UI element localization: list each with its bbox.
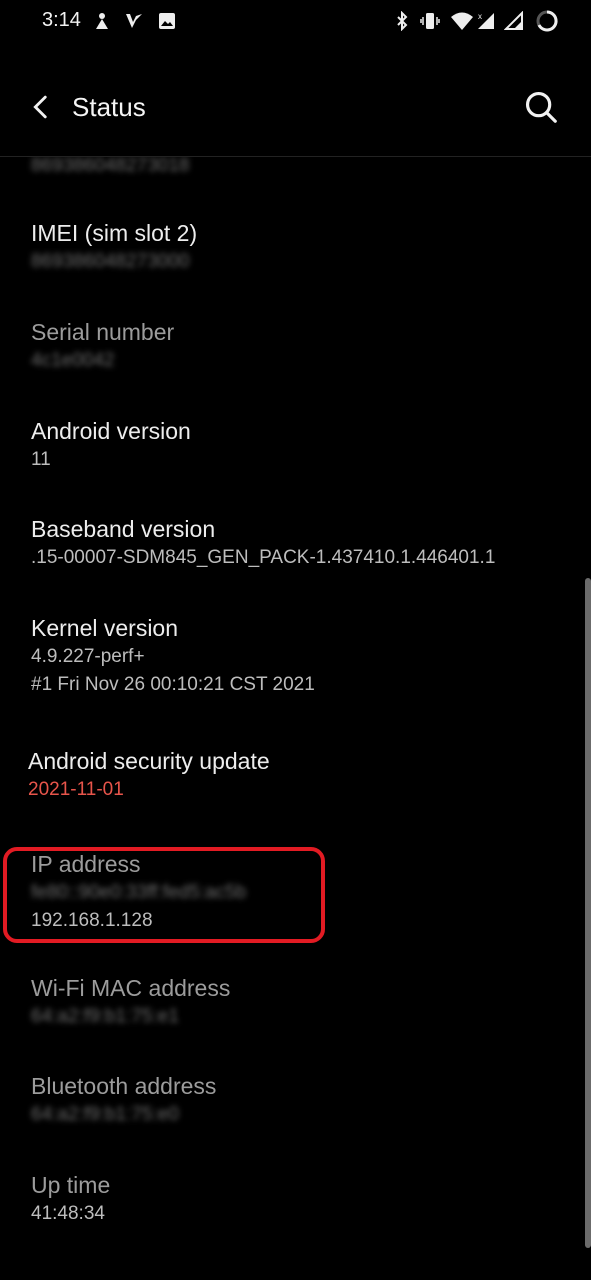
- list-item-baseband-version[interactable]: Baseband version .15-00007-SDM845_GEN_PA…: [31, 514, 571, 572]
- vibrate-icon: [420, 13, 440, 29]
- battery-ring-icon: [536, 10, 558, 32]
- imei-2-label: IMEI (sim slot 2): [31, 220, 198, 246]
- signal-2-icon: [504, 11, 523, 30]
- list-item-up-time[interactable]: Up time 41:48:34: [31, 1170, 571, 1228]
- status-time: 3:14: [42, 9, 81, 31]
- list-item-serial-number[interactable]: Serial number 4c1e0042: [31, 317, 571, 375]
- serial-number-value: 4c1e0042: [31, 350, 115, 371]
- list-item-imei-2[interactable]: IMEI (sim slot 2) 869386048273000: [31, 218, 571, 276]
- list-item-security-update[interactable]: Android security update 2021-11-01: [28, 746, 568, 804]
- ip-address-highlight-box: [3, 847, 325, 943]
- app-bar: Status: [0, 62, 591, 156]
- serial-number-label: Serial number: [31, 319, 175, 345]
- signal-icon: x: [478, 12, 494, 29]
- scrollbar[interactable]: [585, 578, 591, 1248]
- list-item-kernel-version[interactable]: Kernel version 4.9.227-perf+ #1 Fri Nov …: [31, 613, 571, 699]
- wifi-mac-value: 64:a2:f9:b1:75:e1: [31, 1006, 179, 1027]
- bluetooth-address-value: 64:a2:f9:b1:75:e0: [31, 1104, 179, 1125]
- security-update-label: Android security update: [28, 748, 270, 774]
- wifi-mac-label: Wi-Fi MAC address: [31, 975, 231, 1001]
- wifi-icon: [451, 12, 473, 30]
- up-time-label: Up time: [31, 1172, 111, 1198]
- status-bar: 3:14 x: [0, 0, 591, 44]
- bluetooth-address-label: Bluetooth address: [31, 1073, 217, 1099]
- android-version-value: 11: [31, 449, 51, 470]
- status-list[interactable]: 869386048273018 IMEI (sim slot 2) 869386…: [0, 157, 591, 1280]
- back-arrow-icon[interactable]: [24, 90, 58, 124]
- list-item-wifi-mac[interactable]: Wi-Fi MAC address 64:a2:f9:b1:75:e1: [31, 973, 571, 1031]
- svg-text:x: x: [478, 12, 482, 21]
- image-icon: [159, 13, 175, 29]
- security-update-value: 2021-11-01: [28, 779, 124, 800]
- vivaldi-icon: [126, 14, 142, 28]
- list-item-android-version[interactable]: Android version 11: [31, 416, 571, 474]
- baseband-version-value: .15-00007-SDM845_GEN_PACK-1.437410.1.446…: [31, 547, 496, 568]
- teamviewer-icon: [96, 13, 108, 29]
- android-version-label: Android version: [31, 418, 191, 444]
- imei-2-value: 869386048273000: [31, 251, 190, 272]
- bluetooth-icon: [397, 11, 408, 31]
- list-item-bluetooth-address[interactable]: Bluetooth address 64:a2:f9:b1:75:e0: [31, 1071, 571, 1129]
- list-item-imei-1[interactable]: 869386048273018: [31, 157, 571, 180]
- page-title: Status: [72, 92, 146, 122]
- up-time-value: 41:48:34: [31, 1203, 105, 1224]
- search-icon[interactable]: [522, 88, 560, 126]
- kernel-build-value: #1 Fri Nov 26 00:10:21 CST 2021: [31, 674, 315, 695]
- imei-1-value: 869386048273018: [31, 157, 190, 176]
- kernel-version-label: Kernel version: [31, 615, 179, 641]
- baseband-version-label: Baseband version: [31, 516, 216, 542]
- kernel-version-value: 4.9.227-perf+: [31, 646, 145, 667]
